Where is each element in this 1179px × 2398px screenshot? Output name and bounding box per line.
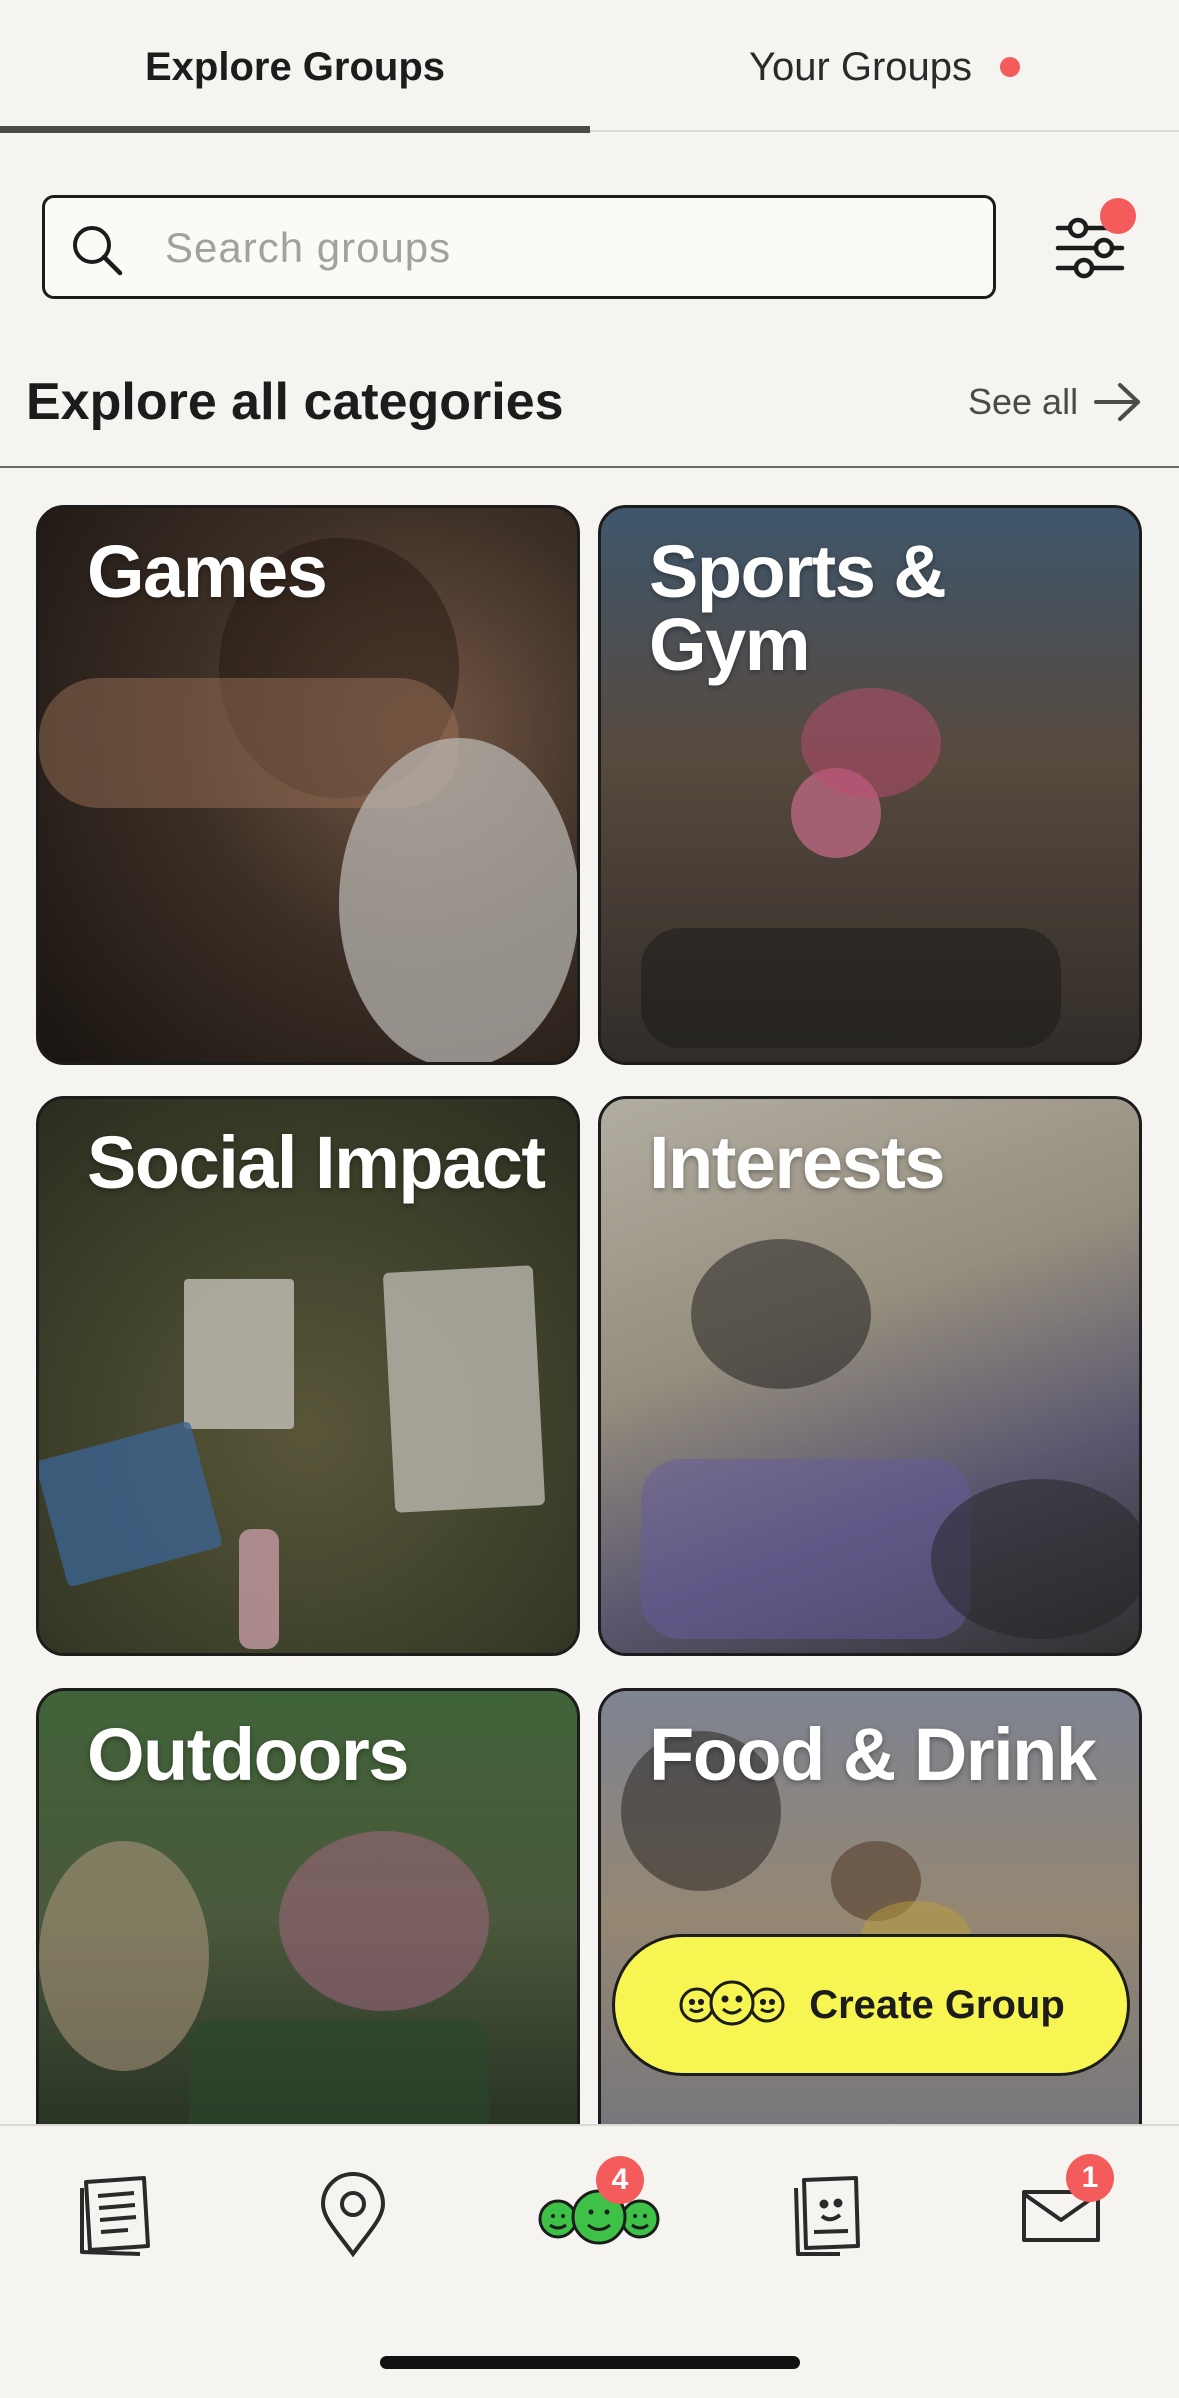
search-icon	[73, 226, 123, 276]
create-group-label: Create Group	[809, 1982, 1065, 2027]
category-label: Games	[87, 530, 328, 613]
category-label: Sports & Gym	[649, 530, 947, 686]
category-card-outdoors[interactable]: Outdoors	[36, 1688, 580, 2148]
category-label: Food & Drink	[649, 1713, 1097, 1796]
see-all-label: See all	[968, 381, 1079, 422]
filter-badge-dot	[1100, 198, 1136, 234]
category-card-sports-gym[interactable]: Sports & Gym	[598, 505, 1142, 1065]
top-tabs: Explore Groups Your Groups	[0, 0, 1179, 134]
arrow-right-icon	[1094, 383, 1141, 421]
tab-explore-label: Explore Groups	[144, 44, 446, 89]
profile-cards-icon	[794, 2176, 860, 2256]
category-label: Interests	[649, 1121, 945, 1204]
category-label: Outdoors	[87, 1713, 409, 1796]
notification-dot	[1000, 57, 1021, 77]
home-indicator	[380, 2356, 800, 2369]
tab-explore-groups[interactable]: Explore Groups	[0, 0, 590, 134]
groups-badge: 4	[596, 2156, 644, 2204]
active-tab-indicator	[0, 126, 590, 133]
nav-feed[interactable]	[62, 2160, 172, 2270]
see-all-link[interactable]: See all	[968, 380, 1144, 424]
section-title: Explore all categories	[26, 373, 564, 431]
location-pin-icon	[320, 2172, 386, 2258]
inbox-badge: 1	[1066, 2154, 1114, 2202]
tab-your-label: Your Groups	[748, 44, 973, 89]
category-card-food-drink[interactable]: Food & Drink	[598, 1688, 1142, 2148]
category-card-games[interactable]: Games	[36, 505, 580, 1065]
search-box[interactable]	[42, 195, 996, 299]
category-card-interests[interactable]: Interests	[598, 1096, 1142, 1656]
group-faces-icon	[679, 1980, 785, 2026]
newspaper-icon	[80, 2176, 150, 2256]
section-divider	[0, 466, 1179, 468]
create-group-button[interactable]: Create Group	[612, 1934, 1130, 2076]
search-input[interactable]	[163, 212, 967, 284]
nav-map[interactable]	[298, 2160, 408, 2270]
category-label: Social Impact	[87, 1121, 546, 1204]
tab-your-groups[interactable]: Your Groups	[590, 0, 1179, 134]
category-card-social-impact[interactable]: Social Impact	[36, 1096, 580, 1656]
nav-profiles[interactable]	[772, 2160, 882, 2270]
